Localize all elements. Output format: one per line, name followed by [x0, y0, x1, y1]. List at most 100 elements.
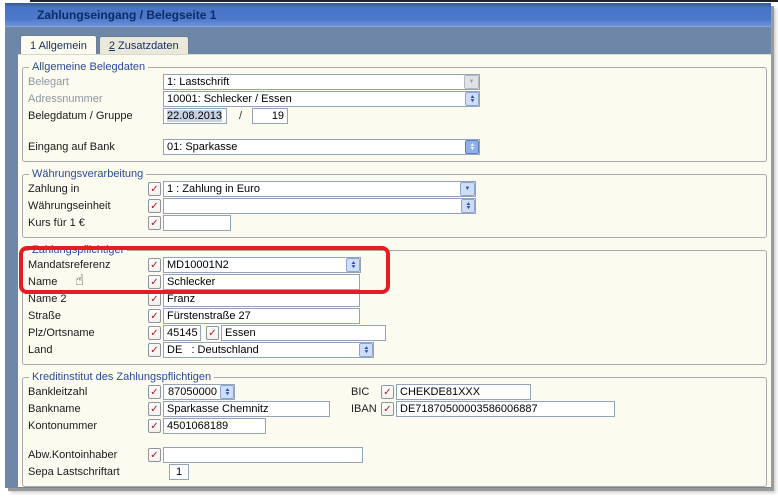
- field-check-icon[interactable]: ✓: [381, 385, 394, 399]
- strasse-value: Fürstenstraße 27: [167, 310, 251, 322]
- name-value: Schlecker: [167, 276, 215, 288]
- belegart-combobox[interactable]: 1: Lastschrift ▼: [163, 74, 480, 90]
- field-check-icon[interactable]: ✓: [148, 309, 161, 323]
- field-check-icon[interactable]: ✓: [148, 385, 161, 399]
- row-kurs: Kurs für 1 € ✓: [28, 215, 760, 231]
- plz-value: 45145: [167, 327, 198, 339]
- mandatsreferenz-field[interactable]: MD10001N2 ▲▼: [163, 257, 361, 273]
- bankname-label: Bankname: [28, 403, 148, 415]
- adressnummer-spinner-button[interactable]: ▲▼: [465, 92, 479, 106]
- row-bankname: Bankname ✓ Sparkasse Chemnitz IBAN ✓ DE7…: [28, 401, 760, 417]
- bankleitzahl-value: 87050000: [168, 386, 217, 398]
- zahlung-in-combobox[interactable]: 1 : Zahlung in Euro ▼: [163, 181, 476, 197]
- form-content: Allgemeine Belegdaten Belegart 1: Lastsc…: [18, 54, 771, 487]
- vertical-gap: [28, 435, 760, 447]
- row-mandatsreferenz: Mandatsreferenz ✓ MD10001N2 ▲▼: [28, 257, 760, 273]
- field-check-icon[interactable]: ✓: [148, 326, 161, 340]
- mouse-cursor-hand-icon: ☝: [75, 271, 84, 289]
- waehrungseinheit-spinner-button[interactable]: ▲▼: [461, 199, 475, 213]
- dropdown-arrow-icon[interactable]: ▼: [460, 182, 475, 196]
- land-value: DE : Deutschland: [167, 344, 259, 356]
- row-zahlung-in: Zahlung in ✓ 1 : Zahlung in Euro ▼: [28, 181, 760, 197]
- field-check-icon[interactable]: ✓: [148, 292, 161, 306]
- field-check-icon[interactable]: ✓: [148, 275, 161, 289]
- belegdatum-label: Belegdatum / Gruppe: [28, 110, 148, 122]
- land-label: Land: [28, 344, 148, 356]
- eingang-field[interactable]: 01: Sparkasse ▲▼: [163, 139, 480, 155]
- iban-value: DE71870500003586006887: [400, 403, 538, 415]
- field-check-icon[interactable]: ✓: [148, 216, 161, 230]
- group-waehrungsverarbeitung-legend: Währungsverarbeitung: [29, 168, 146, 180]
- bankname-input[interactable]: Sparkasse Chemnitz: [163, 401, 330, 417]
- bankleitzahl-label: Bankleitzahl: [28, 386, 148, 398]
- field-check-icon[interactable]: ✓: [148, 258, 161, 272]
- kurs-label: Kurs für 1 €: [28, 217, 148, 229]
- belegdatum-input[interactable]: 22.08.2013: [163, 108, 227, 124]
- row-sepa-lastschriftart: Sepa Lastschriftart 1: [28, 464, 760, 480]
- ortsname-input[interactable]: Essen: [221, 325, 386, 341]
- belegdatum-value: 22.08.2013: [167, 110, 222, 122]
- kontonummer-input[interactable]: 4501068189: [163, 418, 266, 434]
- row-adressnummer: Adressnummer 10001: Schlecker / Essen ▲▼: [28, 91, 760, 107]
- zahlung-in-value: 1 : Zahlung in Euro: [167, 183, 260, 195]
- adressnummer-field[interactable]: 10001: Schlecker / Essen ▲▼: [163, 91, 480, 107]
- mandatsreferenz-spinner-button[interactable]: ▲▼: [346, 258, 360, 272]
- name2-value: Franz: [167, 293, 195, 305]
- spinner-down-icon: ▼: [469, 99, 475, 103]
- field-check-icon[interactable]: ✓: [148, 343, 161, 357]
- eingang-spinner-button[interactable]: ▲▼: [465, 140, 479, 154]
- row-eingang-auf-bank: Eingang auf Bank 01: Sparkasse ▲▼: [28, 139, 760, 155]
- bankleitzahl-spinner-button[interactable]: ▲▼: [220, 385, 234, 399]
- row-name: Name ✓ Schlecker: [28, 274, 760, 290]
- bic-input[interactable]: CHEKDE81XXX: [396, 384, 531, 400]
- land-spinner-button[interactable]: ▲▼: [359, 343, 373, 357]
- tab-allgemein[interactable]: 1 Allgemein: [20, 35, 97, 54]
- row-land: Land ✓ DE : Deutschland ▲▼: [28, 342, 760, 358]
- row-kontonummer: Kontonummer ✓ 4501068189: [28, 418, 760, 434]
- field-check-icon[interactable]: ✓: [148, 402, 161, 416]
- name2-input[interactable]: Franz: [163, 291, 360, 307]
- group-zahlungspflichtiger: Zahlungspflichtiger ☝ Mandatsreferenz ✓ …: [22, 244, 767, 365]
- gruppe-value: 19: [272, 110, 284, 122]
- tab-zusatzdaten[interactable]: 2 Zusatzdaten: [99, 36, 189, 54]
- row-bankleitzahl: Bankleitzahl ✓ 87050000 ▲▼ BIC ✓ CHEKDE8…: [28, 384, 760, 400]
- plz-input[interactable]: 45145: [163, 325, 201, 341]
- field-check-icon[interactable]: ✓: [148, 419, 161, 433]
- spinner-down-icon: ▼: [363, 350, 369, 354]
- field-check-icon[interactable]: ✓: [206, 326, 219, 340]
- strasse-input[interactable]: Fürstenstraße 27: [163, 308, 360, 324]
- bic-value: CHEKDE81XXX: [400, 386, 480, 398]
- tab-strip: 1 Allgemein 2 Zusatzdaten: [5, 27, 771, 54]
- group-kreditinstitut: Kreditinstitut des Zahlungspflichtigen B…: [22, 371, 767, 487]
- kurs-input[interactable]: [163, 215, 231, 231]
- field-check-icon[interactable]: ✓: [381, 402, 394, 416]
- name-label: Name: [28, 276, 148, 288]
- field-check-icon[interactable]: ✓: [148, 182, 161, 196]
- vertical-gap: [28, 125, 760, 139]
- spinner-down-icon: ▼: [465, 206, 471, 210]
- eingang-label: Eingang auf Bank: [28, 141, 148, 153]
- abw-kontoinhaber-input[interactable]: [163, 447, 363, 463]
- gruppe-input[interactable]: 19: [252, 108, 288, 124]
- dropdown-arrow-icon[interactable]: ▼: [464, 75, 479, 89]
- window-titlebar: Zahlungseingang / Belegseite 1: [5, 3, 771, 27]
- window-frame: 1 Allgemein 2 Zusatzdaten Allgemeine Bel…: [5, 27, 771, 487]
- field-check-icon[interactable]: ✓: [148, 448, 161, 462]
- name2-label: Name 2: [28, 293, 148, 305]
- land-field[interactable]: DE : Deutschland ▲▼: [163, 342, 374, 358]
- spinner-down-icon: ▼: [350, 265, 356, 269]
- belegart-label: Belegart: [28, 76, 148, 88]
- name-input[interactable]: Schlecker: [163, 274, 360, 290]
- iban-input[interactable]: DE71870500003586006887: [396, 401, 615, 417]
- sepa-lastschriftart-input[interactable]: 1: [169, 464, 189, 480]
- bankname-value: Sparkasse Chemnitz: [167, 403, 269, 415]
- spinner-down-icon: ▼: [224, 392, 230, 396]
- waehrungseinheit-field[interactable]: ▲▼: [163, 198, 476, 214]
- abw-kontoinhaber-label: Abw.Kontoinhaber: [28, 449, 148, 461]
- row-waehrungseinheit: Währungseinheit ✓ ▲▼: [28, 198, 760, 214]
- date-group-separator: /: [239, 110, 242, 122]
- field-check-icon[interactable]: ✓: [148, 199, 161, 213]
- bankleitzahl-field[interactable]: 87050000 ▲▼: [163, 384, 235, 400]
- eingang-value: 01: Sparkasse: [167, 141, 237, 153]
- adressnummer-label: Adressnummer: [28, 93, 148, 105]
